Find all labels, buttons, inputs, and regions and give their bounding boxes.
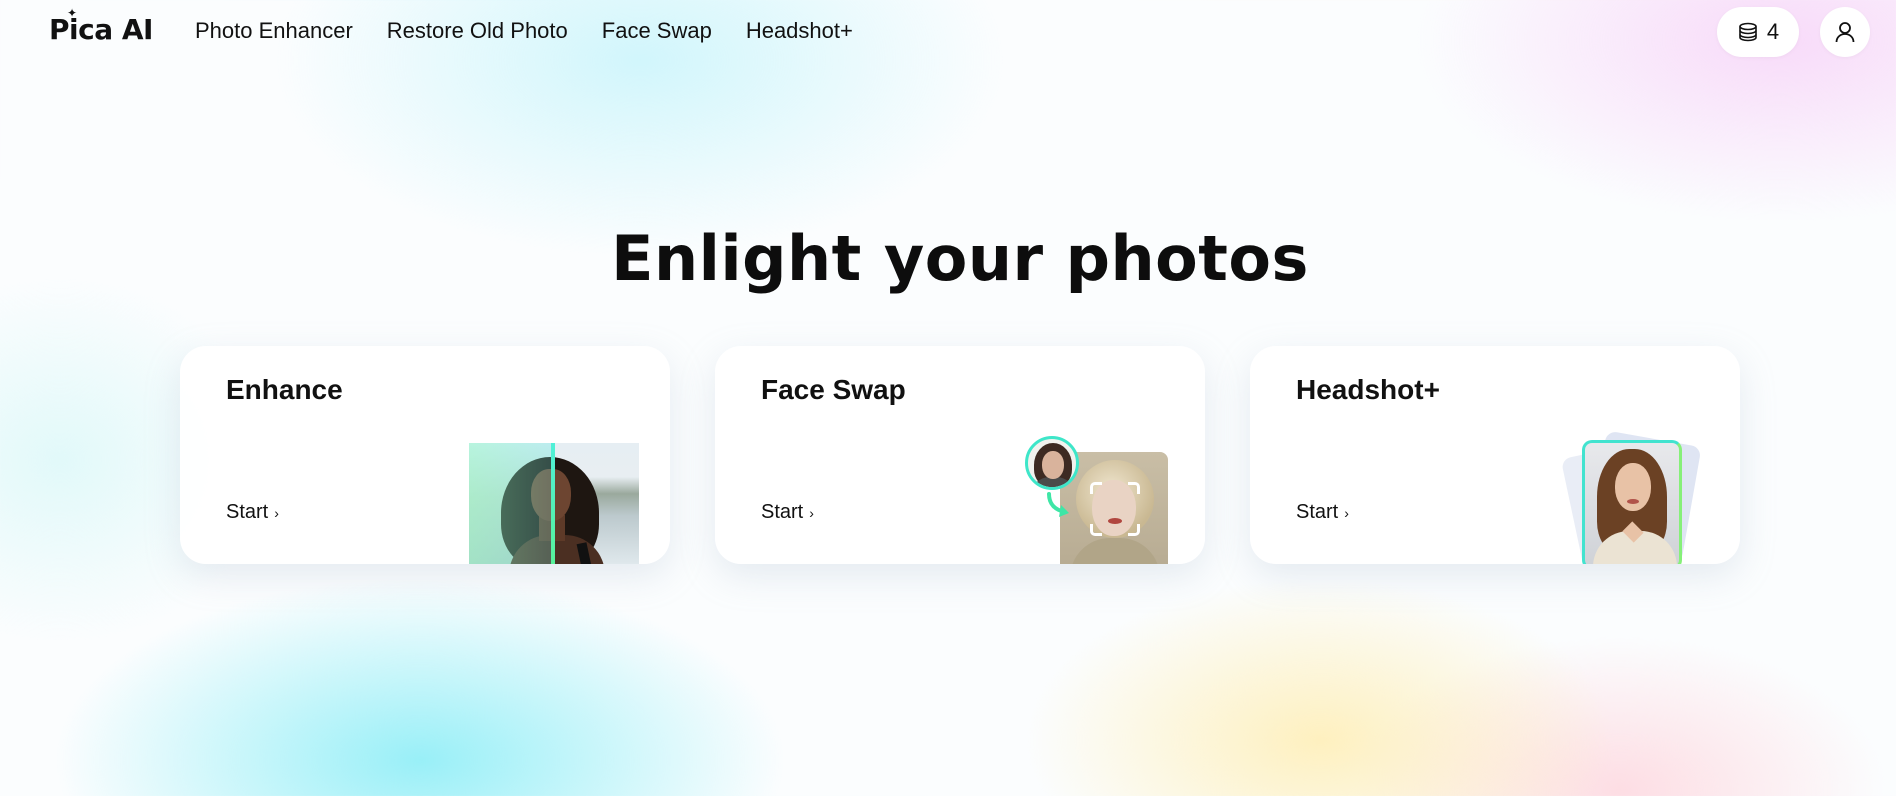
- start-face-swap-link[interactable]: Start ›: [761, 501, 814, 524]
- start-headshot-link[interactable]: Start ›: [1296, 501, 1349, 524]
- hero-title: Enlight your photos: [611, 222, 1309, 295]
- start-label: Start: [761, 501, 804, 523]
- nav-face-swap[interactable]: Face Swap: [602, 16, 712, 46]
- comparison-divider: [551, 443, 555, 564]
- card-enhance[interactable]: Enhance Start ›: [180, 346, 670, 564]
- chevron-right-icon: ›: [809, 504, 814, 521]
- card-title: Face Swap: [761, 374, 906, 405]
- coins-stack-icon: [1739, 22, 1757, 42]
- card-face-swap[interactable]: Face Swap Start ›: [715, 346, 1205, 564]
- face-swap-source-avatar: [1025, 436, 1079, 490]
- curved-arrow-icon: [1047, 492, 1069, 517]
- sparkle-icon: ✦: [67, 6, 78, 20]
- start-enhance-link[interactable]: Start ›: [226, 501, 279, 524]
- start-label: Start: [1296, 501, 1339, 523]
- enhance-preview-image: [469, 443, 639, 564]
- logo-text: Pica AI: [49, 12, 153, 46]
- user-icon: [1835, 22, 1855, 43]
- card-headshot-plus[interactable]: Headshot+ Start ›: [1250, 346, 1740, 564]
- main-nav: Photo Enhancer Restore Old Photo Face Sw…: [195, 16, 887, 46]
- nav-restore-old-photo[interactable]: Restore Old Photo: [387, 16, 568, 46]
- headshot-preview-image: [1560, 430, 1702, 564]
- chevron-right-icon: ›: [1344, 504, 1349, 521]
- nav-photo-enhancer[interactable]: Photo Enhancer: [195, 16, 353, 46]
- start-label: Start: [226, 501, 269, 523]
- chevron-right-icon: ›: [274, 504, 279, 521]
- pica-ai-logo[interactable]: Pica AI ✦: [49, 6, 153, 46]
- credits-button[interactable]: 4: [1717, 7, 1799, 57]
- nav-headshot-plus[interactable]: Headshot+: [746, 16, 853, 46]
- card-title: Enhance: [226, 374, 343, 405]
- top-header: Pica AI ✦ Photo Enhancer Restore Old Pho…: [0, 0, 1896, 62]
- user-account-button[interactable]: [1820, 7, 1870, 57]
- credits-count: 4: [1766, 19, 1780, 44]
- card-title: Headshot+: [1296, 374, 1440, 405]
